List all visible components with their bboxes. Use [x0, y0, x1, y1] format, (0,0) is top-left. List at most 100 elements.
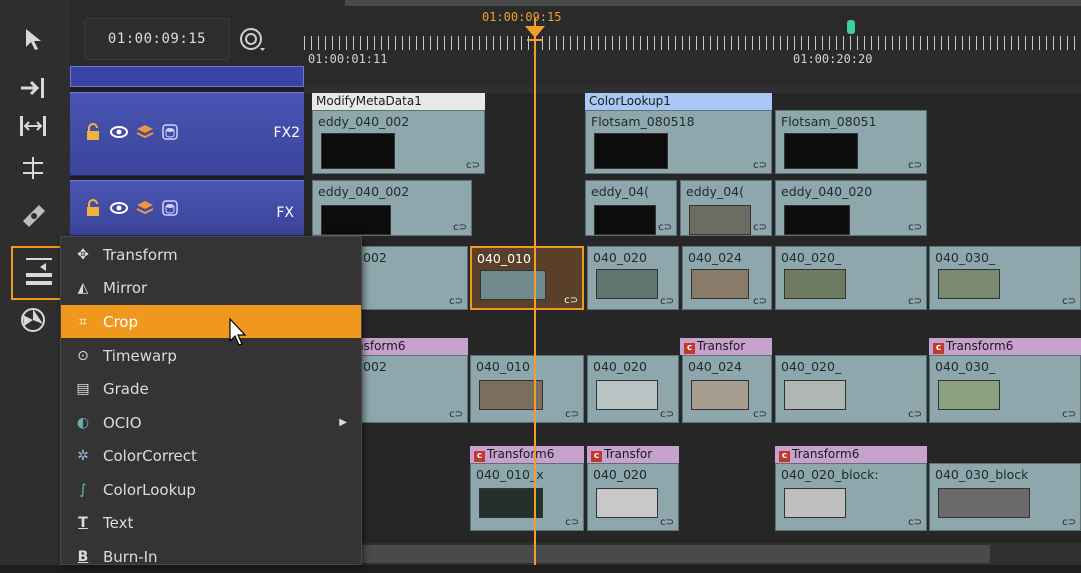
playhead-line[interactable] — [534, 18, 536, 565]
clip[interactable]: eddy_040_002 c⊃ — [312, 180, 472, 236]
fx-clip-transform[interactable]: c Transfor — [680, 338, 772, 355]
clip-thumbnail — [784, 133, 858, 169]
clip-thumbnail — [691, 380, 749, 410]
database-icon[interactable] — [161, 199, 179, 221]
clip[interactable]: 040_024 c⊃ — [682, 355, 772, 423]
ripple-tool-icon[interactable] — [8, 108, 58, 144]
clip[interactable]: 040_010_x c⊃ — [470, 463, 584, 531]
clip-thumbnail — [321, 205, 391, 235]
scroll-track-top[interactable] — [345, 0, 1081, 6]
clip[interactable]: eddy_04(c⊃ — [585, 180, 677, 236]
transform-icon: ✥ — [77, 246, 89, 263]
transform-badge-icon: c — [474, 451, 485, 462]
clip[interactable]: 040_010 c⊃ — [470, 355, 584, 423]
menu-item-burnin[interactable]: B Burn-In — [61, 540, 361, 573]
crop-icon: ⌗ — [79, 313, 87, 330]
fx-clip-colorlookup[interactable]: ColorLookup1 — [585, 93, 772, 110]
transform-badge-icon: c — [591, 451, 602, 462]
lock-icon[interactable] — [84, 123, 102, 145]
scrollbar-thumb[interactable] — [362, 545, 990, 563]
menu-item-mirror[interactable]: ◭ Mirror — [61, 271, 361, 304]
track-header-fx[interactable]: FX — [70, 180, 304, 236]
menu-item-text[interactable]: T Text — [61, 506, 361, 539]
clip[interactable]: Flotsam_080518 c⊃ — [585, 110, 772, 174]
ruler-ticks — [304, 36, 1081, 50]
clip[interactable]: 040_020 c⊃ — [587, 355, 679, 423]
fx-clip-transform[interactable]: c Transform6 — [929, 338, 1081, 355]
clip[interactable]: 040_020 c⊃ — [587, 246, 679, 310]
track-select-tool-icon[interactable] — [8, 70, 58, 106]
in-marker-icon[interactable] — [846, 16, 856, 34]
eye-icon[interactable] — [109, 199, 129, 221]
clip-thumbnail — [596, 488, 658, 518]
effects-tool-button[interactable] — [11, 246, 67, 300]
clip-thumbnail — [938, 380, 1000, 410]
grade-icon: ▤ — [76, 380, 90, 397]
clip-thumbnail — [784, 488, 846, 518]
audio-scrub-icon[interactable] — [238, 26, 268, 54]
timewarp-icon: ⊙ — [77, 347, 89, 364]
transform-badge-icon: c — [684, 343, 695, 354]
clip[interactable]: 040_030_ c⊃ — [929, 246, 1081, 310]
menu-item-colorlookup[interactable]: ∫ ColorLookup — [61, 473, 361, 506]
clip-thumbnail — [691, 269, 749, 299]
effects-menu: ✥ Transform ◭ Mirror ⌗ Crop ⊙ Timewarp ▤ Grad… — [60, 236, 362, 566]
lock-icon[interactable] — [84, 199, 102, 221]
clip-thumbnail — [596, 269, 658, 299]
soft-effects-icon[interactable] — [8, 302, 58, 338]
clip-thumbnail — [596, 380, 658, 410]
clip[interactable]: 040_020_ c⊃ — [775, 246, 927, 310]
transform-badge-icon: c — [779, 451, 790, 462]
submenu-arrow-icon: ▶ — [339, 417, 347, 428]
clip-selected[interactable]: 040_010 c⊃ — [470, 246, 584, 310]
menu-item-transform[interactable]: ✥ Transform — [61, 238, 361, 271]
clip[interactable]: 040_020 c⊃ — [587, 463, 679, 531]
clip[interactable]: eddy_040_020 c⊃ — [775, 180, 927, 236]
fx-clip-modifymetadata[interactable]: ModifyMetaData1 — [312, 93, 485, 110]
clip[interactable]: eddy_040_002 c⊃ — [312, 110, 485, 174]
playhead-timecode-label: 01:00:09:15 — [482, 10, 562, 24]
menu-item-ocio[interactable]: ◐ OCIO ▶ — [61, 406, 361, 439]
slip-tool-icon[interactable] — [8, 150, 58, 186]
database-icon[interactable] — [161, 123, 179, 145]
playhead-handle-icon[interactable] — [523, 24, 547, 44]
select-tool-icon[interactable] — [8, 22, 58, 58]
clip[interactable]: eddy_04(c⊃ — [680, 180, 772, 236]
menu-item-crop[interactable]: ⌗ Crop — [61, 305, 361, 338]
menu-item-grade[interactable]: ▤ Grade — [61, 372, 361, 405]
clip-thumbnail — [594, 133, 668, 169]
clip[interactable]: 040_020_block: c⊃ — [775, 463, 927, 531]
razor-tool-icon[interactable] — [8, 196, 58, 232]
clip[interactable]: 040_024 c⊃ — [682, 246, 772, 310]
timecode-display[interactable]: 01:00:09:15 — [84, 18, 230, 60]
clip[interactable]: 040_020_ c⊃ — [775, 355, 927, 423]
clip-thumbnail — [784, 269, 846, 299]
clip-thumbnail — [938, 488, 1030, 518]
colorcorrect-icon: ✲ — [77, 447, 89, 464]
transform-badge-icon: c — [933, 343, 944, 354]
track-label-fx2: FX2 — [273, 125, 300, 141]
ruler-mid-label: 01:00:20:20 — [793, 52, 873, 66]
clip[interactable]: 040_030_block c⊃ — [929, 463, 1081, 531]
eye-icon[interactable] — [109, 123, 129, 145]
clip-thumbnail — [784, 380, 846, 410]
menu-item-colorcorrect[interactable]: ✲ ColorCorrect — [61, 439, 361, 472]
layers-icon[interactable] — [136, 199, 154, 221]
clip-thumbnail — [784, 205, 850, 235]
track-header-top — [70, 66, 304, 87]
ruler-start-label: 01:00:01:11 — [308, 52, 388, 66]
mouse-cursor-icon — [229, 317, 249, 348]
track-label-fx: FX — [276, 205, 294, 221]
menu-item-timewarp[interactable]: ⊙ Timewarp — [61, 339, 361, 372]
clip[interactable]: 040_030_ c⊃ — [929, 355, 1081, 423]
fx-clip-transform[interactable]: c Transform6 — [470, 446, 584, 463]
layers-icon[interactable] — [136, 123, 154, 145]
clip-thumbnail — [938, 269, 1000, 299]
mirror-icon: ◭ — [77, 279, 89, 296]
text-icon: T — [78, 514, 88, 531]
track-header-fx2[interactable]: FX2 — [70, 92, 304, 176]
clip-thumbnail — [321, 133, 395, 169]
clip[interactable]: Flotsam_08051 c⊃ — [775, 110, 927, 174]
fx-clip-transform[interactable]: c Transform6 — [775, 446, 927, 463]
fx-clip-transform[interactable]: c Transfor — [587, 446, 679, 463]
